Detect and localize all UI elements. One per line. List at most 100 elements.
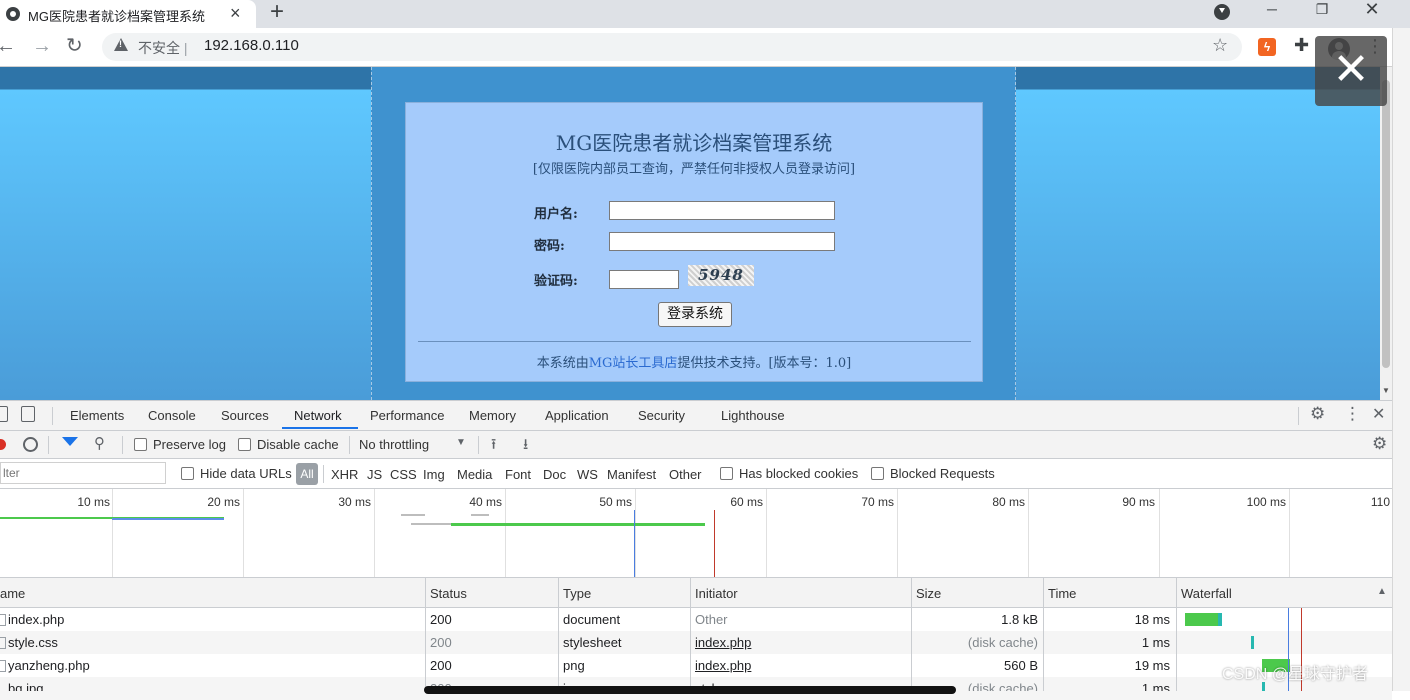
- restore-icon[interactable]: ❐: [1302, 0, 1342, 28]
- horizontal-scrollbar[interactable]: [424, 686, 956, 694]
- request-name[interactable]: bg.jpg: [8, 681, 43, 691]
- network-settings-icon[interactable]: ⚙: [1372, 434, 1387, 454]
- request-time: 19 ms: [1134, 658, 1170, 673]
- new-tab-button[interactable]: +: [270, 0, 284, 26]
- tab-close-button[interactable]: ×: [230, 2, 241, 24]
- timeline-gridline: [505, 489, 506, 577]
- preserve-log-checkbox[interactable]: [134, 438, 147, 451]
- timeline-gridline: [112, 489, 113, 577]
- request-name[interactable]: yanzheng.php: [8, 658, 90, 673]
- url-text[interactable]: 192.168.0.110: [204, 37, 299, 54]
- search-icon[interactable]: ⚲: [94, 434, 105, 452]
- timeline-tick-label: 40 ms: [469, 495, 502, 509]
- column-waterfall[interactable]: Waterfall: [1181, 586, 1232, 601]
- devtools-settings-icon[interactable]: ⚙: [1310, 404, 1325, 424]
- clear-icon[interactable]: [23, 437, 38, 452]
- export-har-icon[interactable]: ⭳: [523, 434, 528, 459]
- captcha-input[interactable]: [609, 270, 679, 289]
- column-divider: [690, 578, 691, 691]
- warning-icon: [114, 38, 128, 51]
- timeline-bar: [411, 523, 451, 525]
- devtools-close-icon[interactable]: ✕: [1372, 404, 1385, 424]
- sort-ascending-icon[interactable]: ▲: [1377, 586, 1387, 597]
- login-button[interactable]: 登录系统: [658, 302, 732, 327]
- column-name[interactable]: ame: [0, 586, 25, 601]
- overlay-close-button[interactable]: ✕: [1315, 36, 1387, 106]
- filter-all-chip[interactable]: All: [296, 463, 318, 485]
- password-input[interactable]: [609, 232, 835, 251]
- has-blocked-cookies-checkbox[interactable]: [720, 467, 733, 480]
- separator: [349, 436, 350, 454]
- footer-text: 本系统由MG站长工具店提供技术支持。[版本号：1.0]: [536, 356, 852, 371]
- column-initiator[interactable]: Initiator: [695, 586, 738, 601]
- filter-font[interactable]: Font: [505, 467, 531, 482]
- device-toolbar-icon[interactable]: [21, 406, 35, 422]
- tab-sources[interactable]: Sources: [221, 408, 269, 423]
- import-har-icon[interactable]: ⭱: [491, 434, 496, 459]
- inspect-element-icon[interactable]: [0, 406, 8, 422]
- window-close-icon[interactable]: ✕: [1352, 0, 1392, 28]
- request-type: stylesheet: [563, 635, 622, 650]
- extensions-puzzle-icon[interactable]: ✚: [1294, 35, 1309, 56]
- timeline-tick-label: 30 ms: [338, 495, 371, 509]
- waterfall-bar: [1185, 613, 1222, 626]
- blocked-requests-checkbox[interactable]: [871, 467, 884, 480]
- throttling-dropdown-icon[interactable]: ▼: [456, 437, 466, 448]
- filter-media[interactable]: Media: [457, 467, 492, 482]
- back-icon[interactable]: ←: [0, 33, 16, 59]
- bookmark-star-icon[interactable]: ☆: [1212, 35, 1228, 56]
- throttling-select[interactable]: No throttling: [359, 437, 429, 452]
- filter-xhr[interactable]: XHR: [331, 467, 358, 482]
- extension-icon[interactable]: ϟ: [1258, 38, 1276, 56]
- tab-network[interactable]: Network: [294, 408, 342, 423]
- browser-tab[interactable]: MG医院患者就诊档案管理系统 ×: [0, 0, 256, 28]
- timeline-tick-label: 60 ms: [730, 495, 763, 509]
- column-status[interactable]: Status: [430, 586, 467, 601]
- tab-performance[interactable]: Performance: [370, 408, 444, 423]
- panel-divider: [418, 341, 971, 342]
- address-bar[interactable]: 不安全 | 192.168.0.110: [102, 33, 1242, 61]
- security-label[interactable]: 不安全 |: [138, 38, 188, 58]
- column-size[interactable]: Size: [916, 586, 941, 601]
- request-initiator-link[interactable]: index.php: [695, 658, 751, 673]
- devtools-menu-icon[interactable]: ⋮: [1344, 404, 1361, 424]
- tab-memory[interactable]: Memory: [469, 408, 516, 423]
- tab-elements[interactable]: Elements: [70, 408, 124, 423]
- request-name[interactable]: index.php: [8, 612, 64, 627]
- column-type[interactable]: Type: [563, 586, 591, 601]
- disable-cache-checkbox[interactable]: [238, 438, 251, 451]
- hide-data-urls-checkbox[interactable]: [181, 467, 194, 480]
- filter-input[interactable]: [0, 462, 166, 484]
- request-status: 200: [430, 635, 452, 650]
- column-time[interactable]: Time: [1048, 586, 1076, 601]
- filter-doc[interactable]: Doc: [543, 467, 566, 482]
- timeline-tick-label: 90 ms: [1122, 495, 1155, 509]
- filter-img[interactable]: Img: [423, 467, 445, 482]
- minimize-icon[interactable]: ─: [1252, 0, 1292, 28]
- separator: [1298, 407, 1299, 425]
- stylesheet-file-icon: [0, 637, 6, 649]
- page-scroll-thumb[interactable]: [1382, 80, 1390, 368]
- tab-lighthouse[interactable]: Lighthouse: [721, 408, 785, 423]
- reload-icon[interactable]: ↻: [66, 33, 83, 59]
- tab-console[interactable]: Console: [148, 408, 196, 423]
- request-initiator-link[interactable]: index.php: [695, 635, 751, 650]
- filter-funnel-icon[interactable]: [62, 437, 78, 446]
- tab-security[interactable]: Security: [638, 408, 685, 423]
- captcha-image[interactable]: 5948: [688, 265, 754, 286]
- request-name[interactable]: style.css: [8, 635, 58, 650]
- has-blocked-cookies-label: Has blocked cookies: [739, 466, 859, 481]
- filter-ws[interactable]: WS: [577, 467, 598, 482]
- tab-search-icon[interactable]: [1214, 4, 1230, 20]
- footer-link[interactable]: MG站长工具店: [589, 356, 678, 371]
- scroll-down-arrow-icon[interactable]: ▼: [1382, 386, 1390, 395]
- username-input[interactable]: [609, 201, 835, 220]
- forward-icon[interactable]: →: [32, 33, 52, 59]
- filter-css[interactable]: CSS: [390, 467, 417, 482]
- filter-manifest[interactable]: Manifest: [607, 467, 656, 482]
- timeline-gridline: [766, 489, 767, 577]
- filter-other[interactable]: Other: [669, 467, 702, 482]
- waterfall-bar: [1251, 636, 1254, 649]
- filter-js[interactable]: JS: [367, 467, 382, 482]
- tab-application[interactable]: Application: [545, 408, 609, 423]
